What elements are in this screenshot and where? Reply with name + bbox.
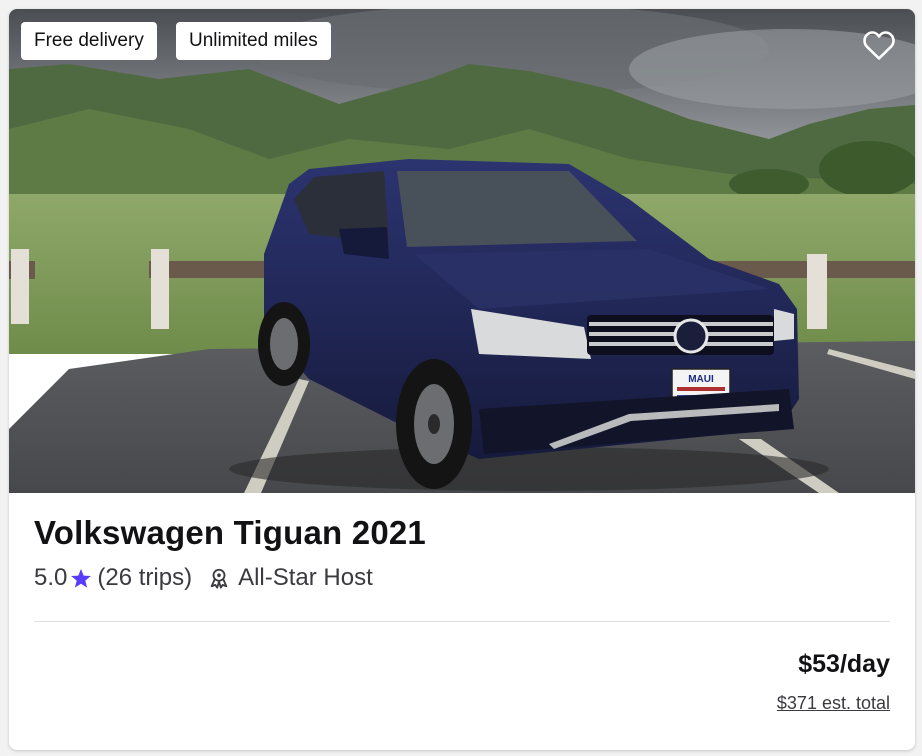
- license-plate-text: MAUI: [688, 374, 714, 385]
- estimated-total-link[interactable]: $371 est. total: [777, 693, 890, 714]
- host-label: All-Star Host: [238, 564, 373, 591]
- vehicle-photo[interactable]: MAUI Free delivery Unlimited miles: [9, 9, 915, 493]
- award-ribbon-icon: [208, 567, 230, 589]
- rating-value: 5.0: [34, 564, 68, 591]
- heart-outline-icon: [863, 31, 895, 60]
- price-per-day: $53/day: [798, 650, 890, 678]
- vehicle-listing-card[interactable]: MAUI Free delivery Unlimited miles Volks…: [9, 9, 915, 750]
- divider: [34, 621, 890, 622]
- favorite-button[interactable]: [859, 25, 899, 65]
- star-icon: [70, 568, 92, 589]
- trip-count: (26 trips): [97, 564, 193, 591]
- free-delivery-badge: Free delivery: [21, 22, 157, 60]
- vehicle-meta-row: 5.0 (26 trips) All-Star Host: [34, 562, 373, 594]
- unlimited-miles-badge: Unlimited miles: [176, 22, 331, 60]
- vehicle-title[interactable]: Volkswagen Tiguan 2021: [34, 514, 426, 552]
